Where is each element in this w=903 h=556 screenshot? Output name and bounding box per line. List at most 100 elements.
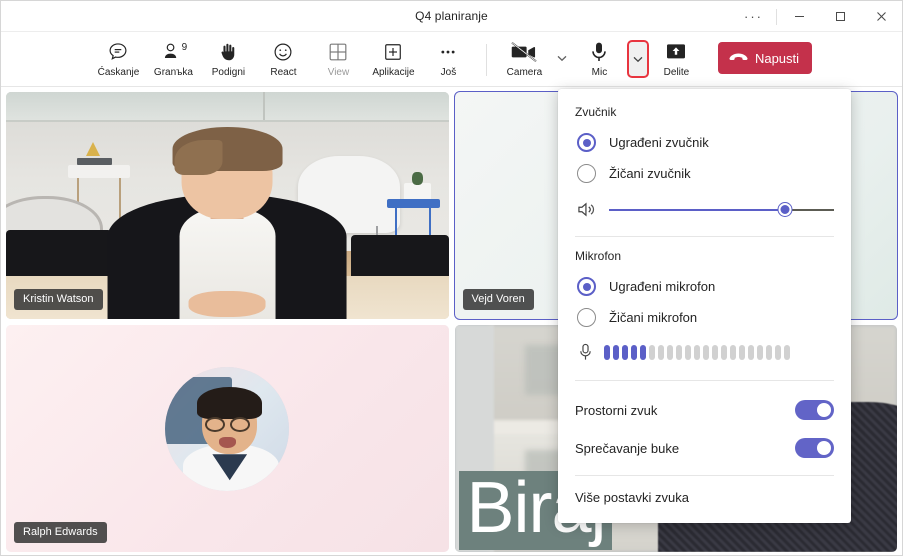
toolbar-item-view[interactable]: View xyxy=(311,36,366,78)
mic-level-bar xyxy=(658,345,664,360)
mic-option-label: Žičani mikrofon xyxy=(609,310,697,325)
maximize-button[interactable] xyxy=(820,1,861,32)
toolbar-divider xyxy=(486,44,487,76)
mic-option-built-in[interactable]: Ugrađeni mikrofon xyxy=(558,271,851,302)
leave-button-label: Napusti xyxy=(755,51,799,66)
participant-name-tag: Vejd Voren xyxy=(463,289,534,310)
camera-toggle-button[interactable]: Camera xyxy=(497,36,552,78)
speaker-option-wired[interactable]: Žičani zvučnik xyxy=(558,158,851,189)
more-ellipsis-icon xyxy=(437,39,459,65)
close-button[interactable] xyxy=(861,1,902,32)
chevron-down-icon xyxy=(557,55,567,62)
toolbar-item-raise-hand[interactable]: Podigni xyxy=(201,36,256,78)
mic-level-bar xyxy=(640,345,646,360)
page-title: Q4 planiranje xyxy=(415,9,488,23)
flyout-divider xyxy=(575,236,834,237)
share-screen-icon xyxy=(665,39,687,65)
avatar xyxy=(165,367,289,491)
toolbar-item-apps[interactable]: Aplikacije xyxy=(366,36,421,78)
mic-control-group: Mic xyxy=(572,36,649,78)
mic-level-bar xyxy=(775,345,781,360)
window-controls: ··· xyxy=(733,1,902,32)
mic-level-bar xyxy=(712,345,718,360)
radio-selected-icon xyxy=(577,277,596,296)
minimize-icon xyxy=(794,11,805,22)
mic-level-meter xyxy=(604,345,790,360)
video-tile-kristin-watson[interactable]: Kristin Watson xyxy=(6,92,449,319)
mic-level-bar xyxy=(757,345,763,360)
radio-unselected-icon xyxy=(577,164,596,183)
mic-level-meter-row xyxy=(558,333,851,376)
radio-unselected-icon xyxy=(577,308,596,327)
slider-fill xyxy=(609,209,785,211)
reactions-icon xyxy=(272,39,294,65)
camera-off-icon xyxy=(511,39,537,65)
share-label: Delite xyxy=(664,67,690,78)
slider-thumb[interactable] xyxy=(778,203,791,216)
more-audio-settings-link[interactable]: Više postavki zvuka xyxy=(558,476,851,523)
mic-toggle-button[interactable]: Mic xyxy=(572,36,627,78)
share-screen-button[interactable]: Delite xyxy=(649,36,704,78)
toolbar-item-react[interactable]: React xyxy=(256,36,311,78)
flyout-divider xyxy=(575,380,834,381)
mic-section-label: Mikrofon xyxy=(558,247,851,271)
mic-level-bar xyxy=(631,345,637,360)
toolbar-item-more[interactable]: Još xyxy=(421,36,476,78)
toolbar-label-raise-hand: Podigni xyxy=(212,67,245,78)
mic-level-bar xyxy=(766,345,772,360)
teams-meeting-window: Q4 planiranje ··· xyxy=(0,0,903,556)
speaker-option-label: Ugrađeni zvučnik xyxy=(609,135,709,150)
leave-button[interactable]: Napusti xyxy=(718,42,812,74)
toolbar-item-chat[interactable]: Ćaskanje xyxy=(91,36,146,78)
video-feed-image xyxy=(6,92,449,319)
raise-hand-icon xyxy=(218,39,238,65)
toolbar-label-chat: Ćaskanje xyxy=(98,67,140,78)
toggle-label: Sprečavanje buke xyxy=(575,441,679,456)
mic-option-wired[interactable]: Žičani mikrofon xyxy=(558,302,851,333)
speaker-section-label: Zvučnik xyxy=(558,103,851,127)
mic-level-bar xyxy=(649,345,655,360)
mic-level-bar xyxy=(694,345,700,360)
participant-name-tag: Ralph Edwards xyxy=(14,522,107,543)
mic-level-bar xyxy=(721,345,727,360)
speaker-volume-icon xyxy=(577,201,596,218)
view-grid-icon xyxy=(328,39,348,65)
camera-dropdown-chevron[interactable] xyxy=(552,40,572,76)
spatial-audio-switch[interactable] xyxy=(795,400,834,420)
speaker-option-built-in[interactable]: Ugrađeni zvučnik xyxy=(558,127,851,158)
toolbar-label-more: Još xyxy=(441,67,457,78)
more-ellipsis-icon: ··· xyxy=(744,14,763,20)
meeting-toolbar: Ćaskanje 9 Granъka Podign xyxy=(1,32,902,87)
maximize-icon xyxy=(835,11,846,22)
titlebar-more-button[interactable]: ··· xyxy=(733,1,774,32)
volume-slider-row xyxy=(558,189,851,232)
mic-dropdown-chevron[interactable] xyxy=(627,40,649,78)
mic-level-bar xyxy=(667,345,673,360)
toolbar-label-people: Granъka xyxy=(154,67,193,78)
volume-slider[interactable] xyxy=(609,203,834,217)
titlebar-divider xyxy=(776,9,777,25)
microphone-icon xyxy=(589,39,609,65)
toolbar-label-react: React xyxy=(270,67,296,78)
chat-icon xyxy=(107,39,129,65)
video-tile-ralph-edwards[interactable]: Ralph Edwards xyxy=(6,325,449,552)
noise-suppression-switch[interactable] xyxy=(795,438,834,458)
toggle-row-noise-suppression[interactable]: Sprečavanje buke xyxy=(558,429,851,467)
microphone-small-icon xyxy=(578,343,593,362)
toolbar-label-view: View xyxy=(328,67,350,78)
mic-level-bar xyxy=(613,345,619,360)
people-count-badge: 9 xyxy=(182,42,188,53)
window-titlebar: Q4 planiranje ··· xyxy=(1,1,902,32)
camera-control-group: Camera xyxy=(497,36,572,78)
mic-level-bar xyxy=(676,345,682,360)
mic-option-label: Ugrađeni mikrofon xyxy=(609,279,715,294)
minimize-button[interactable] xyxy=(779,1,820,32)
radio-selected-icon xyxy=(577,133,596,152)
apps-plus-icon xyxy=(383,39,403,65)
toolbar-label-apps: Aplikacije xyxy=(372,67,414,78)
toolbar-item-people[interactable]: 9 Granъka xyxy=(146,36,201,78)
hang-up-icon xyxy=(729,52,748,64)
toggle-row-spatial-audio[interactable]: Prostorni zvuk xyxy=(558,391,851,429)
mic-level-bar xyxy=(784,345,790,360)
speaker-option-label: Žičani zvučnik xyxy=(609,166,691,181)
